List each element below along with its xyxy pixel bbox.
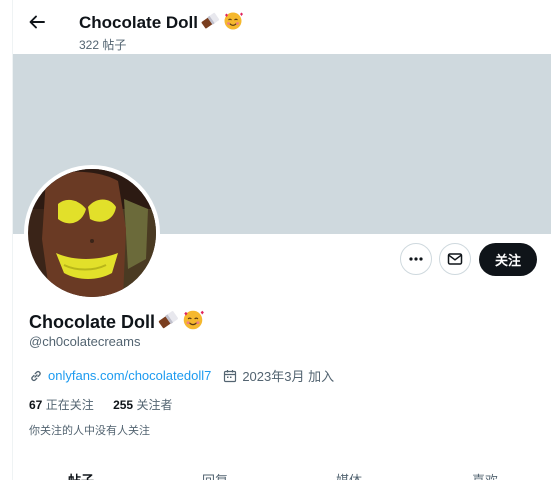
back-button[interactable] <box>27 12 47 32</box>
message-button[interactable] <box>439 243 471 275</box>
more-horizontal-icon <box>409 257 423 261</box>
tab-posts[interactable]: 帖子 <box>68 470 94 480</box>
following-link[interactable]: 67 正在关注 <box>29 398 94 412</box>
chocolate-bar-emoji <box>156 309 180 336</box>
header-post-count: 322 帖子 <box>79 38 127 52</box>
following-count: 67 <box>29 398 43 412</box>
following-label: 正在关注 <box>45 398 94 412</box>
followers-link[interactable]: 255 关注者 <box>113 398 172 412</box>
profile-meta-row: onlyfans.com/chocolatedoll7 2023年3月 加入 <box>29 366 334 385</box>
header-display-name: Chocolate Doll <box>79 11 244 36</box>
tab-likes[interactable]: 喜欢 <box>472 470 498 480</box>
profile-display-name: Chocolate Doll <box>29 309 205 336</box>
followers-you-know[interactable]: 你关注的人中没有人关注 <box>29 422 150 438</box>
link-icon <box>29 369 43 383</box>
more-button[interactable] <box>400 243 432 275</box>
profile-handle: @ch0colatecreams <box>29 334 141 349</box>
arrow-left-icon <box>29 15 45 29</box>
avatar-image <box>28 169 156 297</box>
calendar-icon <box>223 369 237 383</box>
tab-replies[interactable]: 回复 <box>202 470 228 480</box>
join-date: 2023年3月 加入 <box>242 369 335 384</box>
website-link[interactable]: onlyfans.com/chocolatedoll7 <box>48 368 211 383</box>
smiling-face-with-hearts-emoji <box>181 309 205 336</box>
chocolate-bar-emoji <box>199 11 221 36</box>
avatar[interactable] <box>28 169 156 297</box>
follow-button[interactable]: 关注 <box>479 243 537 276</box>
tab-media[interactable]: 媒体 <box>336 470 362 480</box>
mail-icon <box>447 253 463 265</box>
smiling-face-with-hearts-emoji <box>222 11 244 36</box>
followers-label: 关注者 <box>136 398 173 412</box>
profile-header-bar: Chocolate Doll 322 帖子 <box>13 0 551 54</box>
followers-count: 255 <box>113 398 134 412</box>
profile-tabs: 帖子 回复 媒体 喜欢 <box>13 466 551 480</box>
follow-stats: 67 正在关注 255 关注者 <box>29 396 188 413</box>
